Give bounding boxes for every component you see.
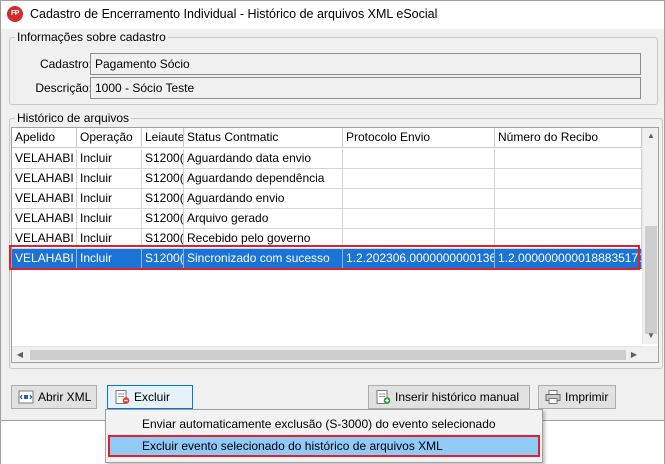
cadastro-field: Pagamento Sócio [90,53,641,75]
history-grid[interactable]: Apelido Operação Leiaute Status Contmati… [11,127,659,363]
excluir-dropdown-menu: Enviar automaticamente exclusão (S-3000)… [105,409,543,463]
window-title: Cadastro de Encerramento Individual - Hi… [30,7,438,21]
table-row[interactable]: VELAHABI Incluir S1200(S Aguardando envi… [12,189,642,209]
cell-protocolo [343,229,495,249]
scroll-right-icon[interactable]: ▶ [626,347,642,362]
cell-operacao: Incluir [77,189,142,209]
scroll-left-icon[interactable]: ◀ [12,347,28,362]
scroll-corner [642,346,658,362]
excluir-button[interactable]: Excluir [107,385,193,409]
cell-recibo [495,169,642,189]
cell-recibo [495,149,642,169]
cell-apelido: VELAHABI [12,209,77,229]
cell-leiaute: S1200(S [142,169,184,189]
cell-leiaute: S1200(S [142,189,184,209]
excluir-label: Excluir [134,390,171,404]
cell-apelido: VELAHABI [12,149,77,169]
cell-recibo [495,209,642,229]
col-header-apelido[interactable]: Apelido [12,128,77,148]
descricao-label: Descrição: [35,81,92,95]
cell-status: Aguardando data envio [184,149,343,169]
cell-operacao: Incluir [77,149,142,169]
xml-open-icon [18,390,34,404]
table-row[interactable]: VELAHABI Incluir S1200(S Recebido pelo g… [12,229,642,249]
vertical-scroll-thumb[interactable] [645,226,657,334]
table-row[interactable]: VELAHABI Incluir S1200(S Aguardando data… [12,149,642,169]
printer-icon [545,390,561,404]
col-header-operacao[interactable]: Operação [77,128,142,148]
cell-recibo [495,229,642,249]
col-header-status[interactable]: Status Contmatic [184,128,343,148]
table-row[interactable]: VELAHABI Incluir S1200(S Arquivo gerado [12,209,642,229]
cell-leiaute: S1200(S [142,209,184,229]
horizontal-scroll-thumb[interactable] [30,350,626,360]
insert-document-icon [376,390,391,404]
cell-protocolo: 1.2.202306.000000000013684 [343,249,495,269]
history-group-legend: Histórico de arquivos [15,111,132,125]
cell-operacao: Incluir [77,249,142,269]
cell-leiaute: S1200(S [142,149,184,169]
col-header-recibo[interactable]: Número do Recibo [495,128,642,148]
cell-status: Sincronizado com sucesso [184,249,343,269]
cell-status: Arquivo gerado [184,209,343,229]
descricao-field: 1000 - Sócio Teste [90,77,641,99]
cell-protocolo [343,209,495,229]
imprimir-button[interactable]: Imprimir [538,385,616,409]
cell-protocolo [343,169,495,189]
cadastro-label: Cadastro: [39,57,92,71]
abrir-xml-button[interactable]: Abrir XML [11,385,97,409]
cell-operacao: Incluir [77,229,142,249]
cell-protocolo [343,149,495,169]
table-row[interactable]: VELAHABI Incluir S1200(S Aguardando depe… [12,169,642,189]
inserir-historico-label: Inserir histórico manual [395,390,520,404]
col-header-protocolo[interactable]: Protocolo Envio [343,128,495,148]
cell-leiaute: S1200(S [142,229,184,249]
horizontal-scrollbar[interactable]: ◀ ▶ [12,346,642,362]
scroll-up-icon[interactable]: ▲ [643,128,658,144]
cell-recibo: 1.2.0000000000188835170 [495,249,642,269]
info-group-legend: Informações sobre cadastro [15,30,168,44]
cell-status: Aguardando dependência [184,169,343,189]
vertical-scrollbar[interactable]: ▲ ▼ [642,128,658,344]
cell-operacao: Incluir [77,169,142,189]
cell-protocolo [343,189,495,209]
scroll-down-icon[interactable]: ▼ [643,328,658,344]
cell-recibo [495,189,642,209]
cell-apelido: VELAHABI [12,169,77,189]
cell-apelido: VELAHABI [12,249,77,269]
cell-status: Recebido pelo governo [184,229,343,249]
cell-operacao: Incluir [77,209,142,229]
menu-item-excluir-evento[interactable]: Excluir evento selecionado do histórico … [108,435,540,457]
inserir-historico-button[interactable]: Inserir histórico manual [368,385,530,409]
grid-header: Apelido Operação Leiaute Status Contmati… [12,128,642,148]
abrir-xml-label: Abrir XML [38,390,92,404]
cell-status: Aguardando envio [184,189,343,209]
table-row-selected[interactable]: VELAHABI Incluir S1200(S Sincronizado co… [12,249,642,269]
cell-apelido: VELAHABI [12,189,77,209]
imprimir-label: Imprimir [565,390,609,404]
title-bar[interactable]: FP Cadastro de Encerramento Individual -… [1,1,664,29]
dialog-window: FP Cadastro de Encerramento Individual -… [0,0,665,464]
app-logo-icon: FP [7,6,23,22]
cell-apelido: VELAHABI [12,229,77,249]
menu-item-enviar-exclusao[interactable]: Enviar automaticamente exclusão (S-3000)… [108,413,540,435]
col-header-leiaute[interactable]: Leiaute [142,128,184,148]
info-group: Informações sobre cadastro Cadastro: Pag… [9,30,658,105]
cell-leiaute: S1200(S [142,249,184,269]
delete-document-icon [115,390,130,404]
